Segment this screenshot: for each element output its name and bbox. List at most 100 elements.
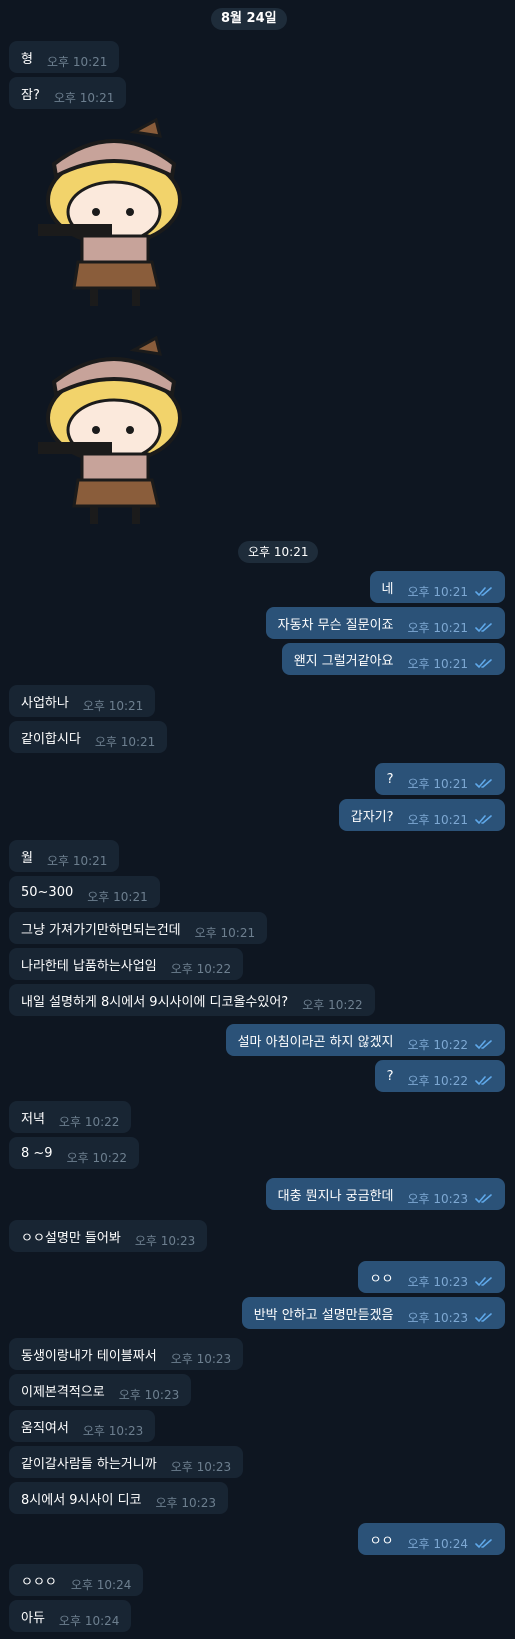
message-bubble[interactable]: 같이갈사람들 하는거니까 오후 10:23	[9, 1446, 244, 1478]
message-bubble[interactable]: 자동차 무슨 질문이죠 오후 10:21	[265, 607, 505, 639]
message-time: 오후 10:23	[134, 1234, 196, 1248]
message-time: 오후 10:21	[87, 890, 148, 904]
message-time: 오후 10:24	[58, 1614, 120, 1628]
message-bubble[interactable]: 그냥 가져가기만하면되는건데 오후 10:21	[9, 912, 268, 944]
message-time: 오후 10:21	[407, 813, 468, 827]
message-time: 오후 10:23	[118, 1388, 180, 1402]
message-bubble[interactable]: 움직여서 오후 10:23	[9, 1410, 156, 1442]
message-bubble[interactable]: 대충 뭔지나 궁금한데 오후 10:23	[265, 1178, 505, 1210]
message-bubble[interactable]: 저녁 오후 10:22	[9, 1101, 132, 1133]
message-bubble[interactable]: 갑자기? 오후 10:21	[338, 799, 505, 831]
double-check-icon	[475, 1193, 492, 1203]
sticker-detective-girl[interactable]	[34, 330, 194, 530]
message-text: 사업하나	[21, 695, 69, 711]
message-text: 갑자기?	[350, 809, 394, 825]
message-bubble[interactable]: 네 오후 10:21	[369, 571, 505, 603]
message-bubble[interactable]: ㅇㅇ설명만 들어봐 오후 10:23	[9, 1220, 208, 1252]
message-bubble[interactable]: 설마 아침이라곤 하지 않겠지 오후 10:22	[225, 1024, 505, 1056]
chat-area: 8월 24일 오후 10:21 형 오후 10:21 잠? 오후 10:21 네 오후…	[0, 0, 515, 1639]
message-time: 오후 10:21	[407, 585, 468, 599]
message-bubble[interactable]: 사업하나 오후 10:21	[9, 685, 156, 717]
message-time: 오후 10:23	[407, 1192, 468, 1206]
message-bubble[interactable]: ㅇㅇ 오후 10:23	[357, 1261, 505, 1293]
message-time: 오후 10:23	[82, 1424, 144, 1438]
message-text: ㅇㅇ	[369, 1533, 394, 1549]
message-text: 월	[21, 850, 33, 866]
message-text: 설마 아침이라곤 하지 않겠지	[237, 1034, 394, 1050]
message-bubble[interactable]: 50~300 오후 10:21	[9, 876, 160, 908]
message-bubble[interactable]: 나라한테 납품하는사업임 오후 10:22	[9, 948, 244, 980]
message-time: 오후 10:21	[194, 926, 256, 940]
message-text: 8 ~9	[21, 1145, 53, 1161]
double-check-icon	[475, 814, 492, 824]
message-time: 오후 10:21	[46, 854, 108, 868]
message-bubble[interactable]: 월 오후 10:21	[9, 840, 120, 872]
message-bubble[interactable]: 동생이랑내가 테이블짜서 오후 10:23	[9, 1338, 244, 1370]
message-text: ?	[386, 1068, 394, 1084]
message-time: 오후 10:22	[302, 998, 363, 1012]
double-check-icon	[475, 1039, 492, 1049]
message-time: 오후 10:21	[407, 657, 468, 671]
double-check-icon	[475, 622, 492, 632]
message-time: 오후 10:21	[82, 699, 144, 713]
message-time: 오후 10:23	[407, 1275, 468, 1289]
double-check-icon	[475, 1276, 492, 1286]
message-time: 오후 10:24	[407, 1537, 468, 1551]
double-check-icon	[475, 1312, 492, 1322]
message-text: 형	[21, 51, 33, 67]
message-bubble[interactable]: 8 ~9 오후 10:22	[9, 1137, 140, 1169]
message-text: 그냥 가져가기만하면되는건데	[21, 922, 181, 938]
message-text: ?	[386, 771, 394, 787]
message-bubble[interactable]: 잠? 오후 10:21	[9, 77, 127, 109]
message-bubble[interactable]: ㅇㅇ 오후 10:24	[357, 1523, 505, 1555]
message-text: 자동차 무슨 질문이죠	[277, 617, 394, 633]
message-time: 오후 10:22	[170, 962, 232, 976]
message-text: 반박 안하고 설명만듣겠음	[253, 1307, 394, 1323]
message-text: 같이합시다	[21, 731, 81, 747]
message-time: 오후 10:21	[407, 777, 468, 791]
message-text: 대충 뭔지나 궁금한데	[277, 1188, 394, 1204]
message-text: 왠지 그럴거같아요	[293, 653, 394, 669]
message-time: 오후 10:23	[170, 1352, 232, 1366]
message-text: 잠?	[21, 87, 40, 103]
message-text: 움직여서	[21, 1420, 69, 1436]
double-check-icon	[475, 586, 492, 596]
message-time: 오후 10:23	[170, 1460, 232, 1474]
message-bubble[interactable]: 8시에서 9시사이 디코 오후 10:23	[9, 1482, 228, 1514]
message-bubble[interactable]: 왠지 그럴거같아요 오후 10:21	[281, 643, 505, 675]
message-time: 오후 10:21	[46, 55, 108, 69]
message-bubble[interactable]: 같이합시다 오후 10:21	[9, 721, 168, 753]
sticker-detective-girl[interactable]	[34, 112, 194, 312]
message-bubble[interactable]: ㅇㅇㅇ 오후 10:24	[9, 1564, 144, 1596]
message-bubble[interactable]: 아듀 오후 10:24	[9, 1600, 132, 1632]
message-time: 오후 10:23	[407, 1311, 468, 1325]
sticker-timestamp: 오후 10:21	[238, 541, 319, 563]
message-text: 동생이랑내가 테이블짜서	[21, 1348, 157, 1364]
message-time: 오후 10:23	[155, 1496, 216, 1510]
message-bubble[interactable]: ? 오후 10:22	[374, 1060, 505, 1092]
message-bubble[interactable]: ? 오후 10:21	[374, 763, 505, 795]
message-time: 오후 10:22	[58, 1115, 120, 1129]
message-time: 오후 10:21	[53, 91, 115, 105]
message-bubble[interactable]: 반박 안하고 설명만듣겠음 오후 10:23	[241, 1297, 505, 1329]
message-time: 오후 10:21	[407, 621, 468, 635]
message-text: 이제본격적으로	[21, 1384, 105, 1400]
message-time: 오후 10:24	[70, 1578, 132, 1592]
double-check-icon	[475, 1538, 492, 1548]
message-text: 8시에서 9시사이 디코	[21, 1492, 142, 1508]
double-check-icon	[475, 778, 492, 788]
message-bubble[interactable]: 형 오후 10:21	[9, 41, 120, 73]
message-time: 오후 10:21	[94, 735, 156, 749]
message-bubble[interactable]: 이제본격적으로 오후 10:23	[9, 1374, 192, 1406]
message-text: 나라한테 납품하는사업임	[21, 958, 157, 974]
message-text: 네	[381, 581, 394, 597]
message-time: 오후 10:22	[407, 1038, 468, 1052]
message-bubble[interactable]: 내일 설명하게 8시에서 9시사이에 디코올수있어? 오후 10:22	[9, 984, 375, 1016]
message-text: 내일 설명하게 8시에서 9시사이에 디코올수있어?	[21, 994, 289, 1010]
double-check-icon	[475, 1075, 492, 1085]
message-time: 오후 10:22	[407, 1074, 468, 1088]
date-separator: 8월 24일	[211, 8, 287, 30]
message-text: ㅇㅇ	[369, 1271, 394, 1287]
message-text: 50~300	[21, 884, 74, 900]
message-time: 오후 10:22	[66, 1151, 128, 1165]
